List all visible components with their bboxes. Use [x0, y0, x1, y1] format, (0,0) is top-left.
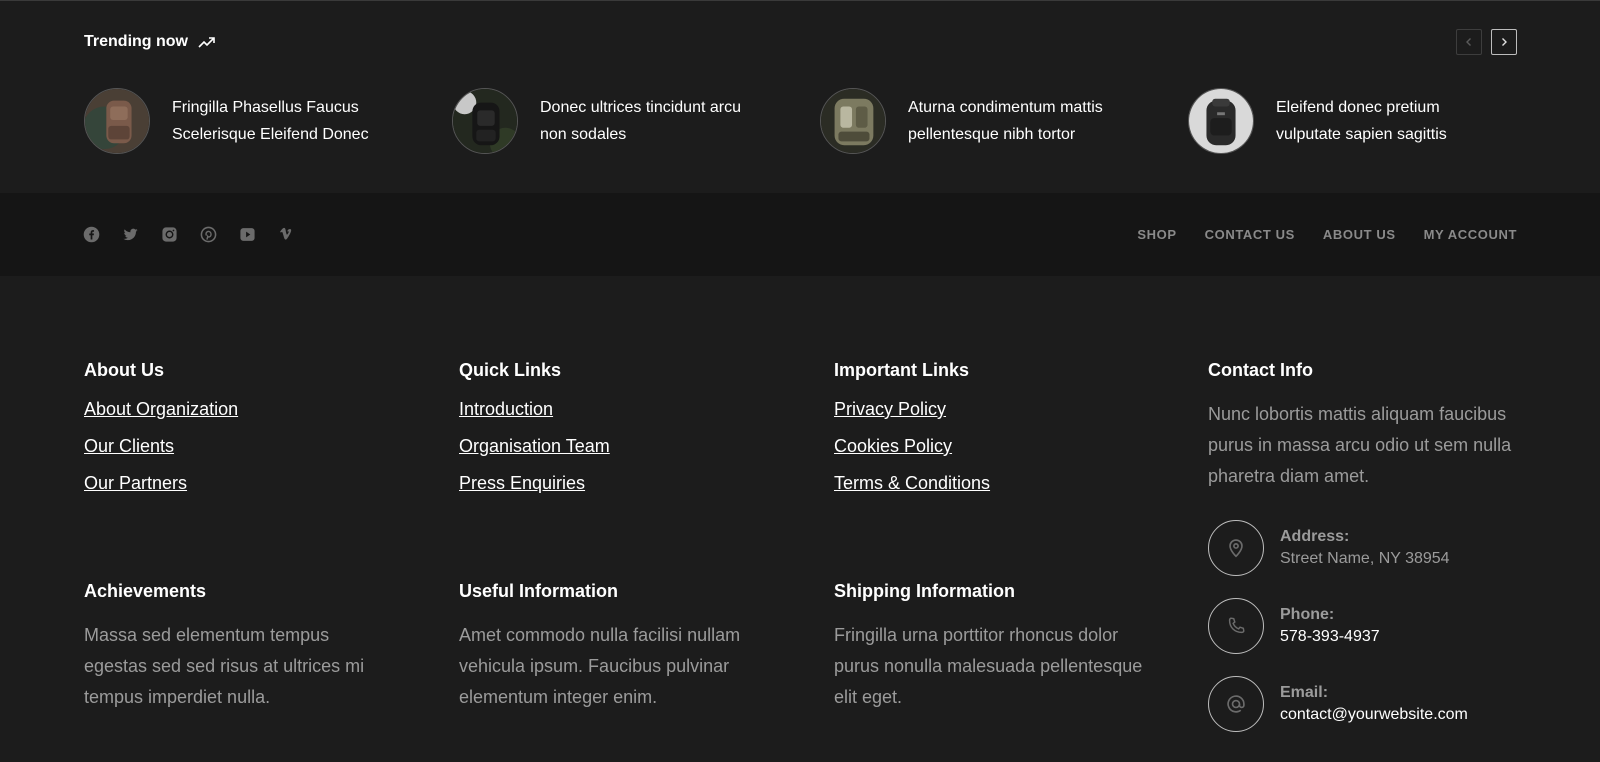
column-title: About Us — [84, 360, 164, 380]
youtube-icon[interactable] — [239, 226, 256, 243]
footer-top-nav: SHOP CONTACT US ABOUT US MY ACCOUNT — [1137, 227, 1517, 242]
useful-information-column: Useful Information Amet commodo nulla fa… — [459, 581, 769, 713]
link-terms-conditions[interactable]: Terms & Conditions — [834, 473, 1164, 493]
column-title: Important Links — [834, 360, 970, 380]
nav-my-account[interactable]: MY ACCOUNT — [1424, 227, 1517, 242]
product-thumbnail — [452, 88, 518, 154]
address-label: Address: — [1280, 528, 1350, 545]
achievements-column: Achievements Massa sed elementum tempus … — [84, 581, 394, 713]
link-press-enquiries[interactable]: Press Enquiries — [459, 473, 789, 493]
link-introduction[interactable]: Introduction — [459, 399, 789, 419]
trending-next-button[interactable] — [1491, 29, 1517, 55]
vimeo-icon[interactable] — [278, 226, 295, 243]
trending-up-icon — [198, 35, 216, 49]
contact-address: Address: Street Name, NY 38954 — [1208, 520, 1450, 576]
social-links — [83, 226, 295, 243]
link-about-organization[interactable]: About Organization — [84, 399, 414, 419]
shipping-information-text: Fringilla urna porttitor rhoncus dolor p… — [834, 625, 1143, 707]
email-value[interactable]: contact@yourwebsite.com — [1280, 704, 1468, 726]
product-thumbnail — [820, 88, 886, 154]
product-thumbnail — [1188, 88, 1254, 154]
nav-contact-us[interactable]: CONTACT US — [1205, 227, 1295, 242]
trending-item-title: Donec ultrices tincidunt arcu non sodale… — [540, 99, 741, 143]
link-organisation-team[interactable]: Organisation Team — [459, 436, 789, 456]
trending-item-title: Eleifend donec pretium vulputate sapien … — [1276, 99, 1447, 143]
trending-item-title: Aturna condimentum mattis pellentesque n… — [908, 99, 1103, 143]
nav-about-us[interactable]: ABOUT US — [1323, 227, 1396, 242]
instagram-icon[interactable] — [161, 226, 178, 243]
trending-prev-button[interactable] — [1456, 29, 1482, 55]
phone-value[interactable]: 578-393-4937 — [1280, 626, 1380, 648]
about-us-column: About Us About Organization Our Clients … — [84, 360, 414, 510]
address-value: Street Name, NY 38954 — [1280, 550, 1450, 567]
link-privacy-policy[interactable]: Privacy Policy — [834, 399, 1164, 419]
trending-item[interactable]: Eleifend donec pretium vulputate sapien … — [1188, 88, 1506, 154]
product-thumbnail — [84, 88, 150, 154]
important-links-column: Important Links Privacy Policy Cookies P… — [834, 360, 1164, 510]
trending-item[interactable]: Aturna condimentum mattis pellentesque n… — [820, 88, 1138, 154]
nav-shop[interactable]: SHOP — [1137, 227, 1176, 242]
link-our-clients[interactable]: Our Clients — [84, 436, 414, 456]
phone-label: Phone: — [1280, 606, 1335, 623]
trending-section: Trending now Fringilla Phasellus Faucus … — [0, 1, 1600, 193]
contact-info-column: Contact Info Nunc lobortis mattis aliqua… — [1208, 360, 1518, 492]
shipping-information-column: Shipping Information Fringilla urna port… — [834, 581, 1144, 713]
at-sign-icon — [1208, 676, 1264, 732]
useful-information-text: Amet commodo nulla facilisi nullam vehic… — [459, 625, 741, 707]
facebook-icon[interactable] — [83, 226, 100, 243]
contact-phone: Phone: 578-393-4937 — [1208, 598, 1380, 654]
contact-email: Email: contact@yourwebsite.com — [1208, 676, 1468, 732]
social-nav-bar: SHOP CONTACT US ABOUT US MY ACCOUNT — [0, 193, 1600, 276]
quick-links-column: Quick Links Introduction Organisation Te… — [459, 360, 789, 510]
achievements-text: Massa sed elementum tempus egestas sed s… — [84, 625, 365, 707]
email-label: Email: — [1280, 684, 1329, 701]
column-title: Shipping Information — [834, 581, 1015, 601]
link-cookies-policy[interactable]: Cookies Policy — [834, 436, 1164, 456]
twitter-icon[interactable] — [122, 226, 139, 243]
column-title: Quick Links — [459, 360, 562, 380]
location-icon — [1208, 520, 1264, 576]
trending-list: Fringilla Phasellus Faucus Scelerisque E… — [84, 88, 1524, 156]
trending-item-title: Fringilla Phasellus Faucus Scelerisque E… — [172, 99, 369, 143]
chevron-right-icon — [1502, 38, 1507, 46]
column-title: Contact Info — [1208, 360, 1313, 380]
contact-description: Nunc lobortis mattis aliquam faucibus pu… — [1208, 404, 1512, 486]
column-title: Useful Information — [459, 581, 619, 601]
trending-item[interactable]: Donec ultrices tincidunt arcu non sodale… — [452, 88, 770, 154]
phone-icon — [1208, 598, 1264, 654]
link-our-partners[interactable]: Our Partners — [84, 473, 414, 493]
column-title: Achievements — [84, 581, 207, 601]
trending-title: Trending now — [84, 33, 188, 50]
trending-item[interactable]: Fringilla Phasellus Faucus Scelerisque E… — [84, 88, 402, 154]
pinterest-icon[interactable] — [200, 226, 217, 243]
chevron-left-icon — [1466, 38, 1471, 46]
trending-header: Trending now — [84, 33, 216, 51]
